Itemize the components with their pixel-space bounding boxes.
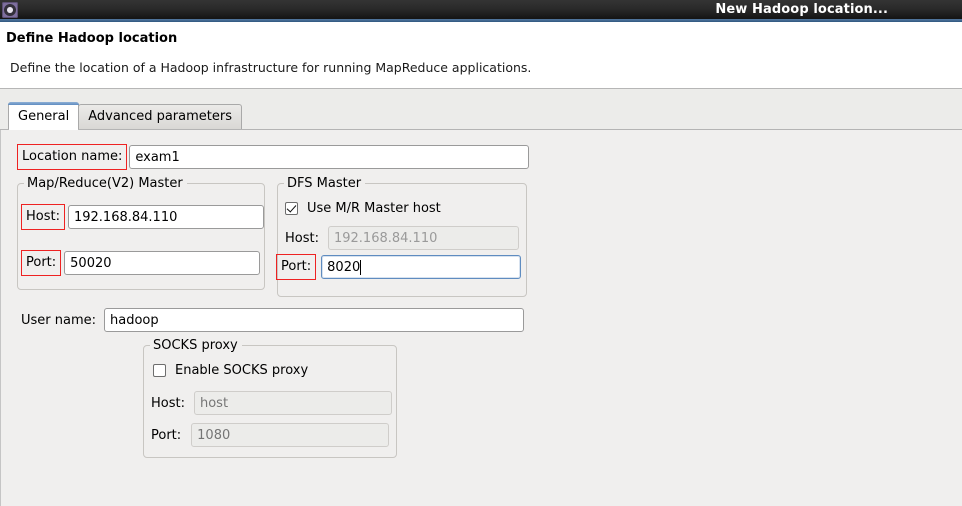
mr-host-row: Host:	[21, 204, 264, 230]
window-titlebar: New Hadoop location...	[0, 0, 962, 19]
enable-socks-proxy-checkbox-row[interactable]: Enable SOCKS proxy	[153, 363, 308, 378]
enable-socks-proxy-checkbox[interactable]	[153, 364, 166, 377]
gear-icon	[2, 1, 18, 18]
tab-strip: General Advanced parameters	[0, 89, 962, 130]
mr-port-label: Port:	[21, 250, 62, 276]
dfs-master-legend: DFS Master	[284, 176, 366, 191]
mr-port-row: Port:	[21, 250, 261, 276]
mapreduce-master-legend: Map/Reduce(V2) Master	[24, 176, 187, 191]
dfs-port-input[interactable]	[321, 255, 522, 279]
tab-general-label: General	[18, 109, 70, 124]
page-description: Define the location of a Hadoop infrastr…	[10, 60, 532, 75]
mr-host-label: Host:	[21, 204, 65, 230]
tab-general[interactable]: General	[8, 102, 80, 130]
socks-proxy-legend: SOCKS proxy	[150, 338, 242, 353]
general-tab-panel: Location name: Map/Reduce(V2) Master Hos…	[0, 130, 962, 506]
dfs-master-group: DFS Master Use M/R Master host Host: Por…	[276, 176, 527, 297]
window-title: New Hadoop location...	[715, 2, 888, 17]
use-mr-master-host-checkbox[interactable]	[285, 202, 298, 215]
socks-port-label: Port:	[151, 427, 182, 443]
location-name-input[interactable]	[129, 145, 530, 169]
location-name-row: Location name:	[17, 144, 530, 170]
use-mr-master-host-label: Use M/R Master host	[307, 201, 441, 216]
enable-socks-proxy-label: Enable SOCKS proxy	[175, 363, 309, 378]
dfs-port-row: Port:	[276, 254, 522, 280]
user-name-input[interactable]	[104, 308, 525, 332]
user-name-row: User name:	[21, 308, 525, 332]
user-name-label: User name:	[21, 312, 97, 328]
dfs-port-label: Port:	[276, 254, 317, 280]
mr-port-input[interactable]	[64, 251, 261, 275]
wizard-header: Define Hadoop location Define the locati…	[0, 22, 962, 89]
text-caret	[360, 260, 362, 275]
mr-host-input[interactable]	[67, 205, 264, 229]
socks-port-input	[191, 423, 390, 447]
location-name-label: Location name:	[17, 144, 128, 170]
dfs-host-row: Host:	[285, 226, 519, 250]
socks-port-row: Port:	[151, 423, 390, 447]
socks-host-row: Host:	[151, 391, 392, 415]
tab-advanced-parameters[interactable]: Advanced parameters	[78, 104, 242, 129]
dfs-host-label: Host:	[285, 230, 319, 246]
socks-host-input	[193, 391, 392, 415]
socks-host-label: Host:	[151, 395, 185, 411]
socks-proxy-group: SOCKS proxy Enable SOCKS proxy Host: Por…	[143, 338, 397, 458]
mapreduce-master-group: Map/Reduce(V2) Master Host: Port:	[17, 176, 265, 290]
page-title: Define Hadoop location	[6, 31, 178, 46]
dfs-host-input	[327, 226, 519, 250]
tab-advanced-parameters-label: Advanced parameters	[88, 109, 232, 124]
use-mr-master-host-checkbox-row[interactable]: Use M/R Master host	[285, 201, 441, 216]
